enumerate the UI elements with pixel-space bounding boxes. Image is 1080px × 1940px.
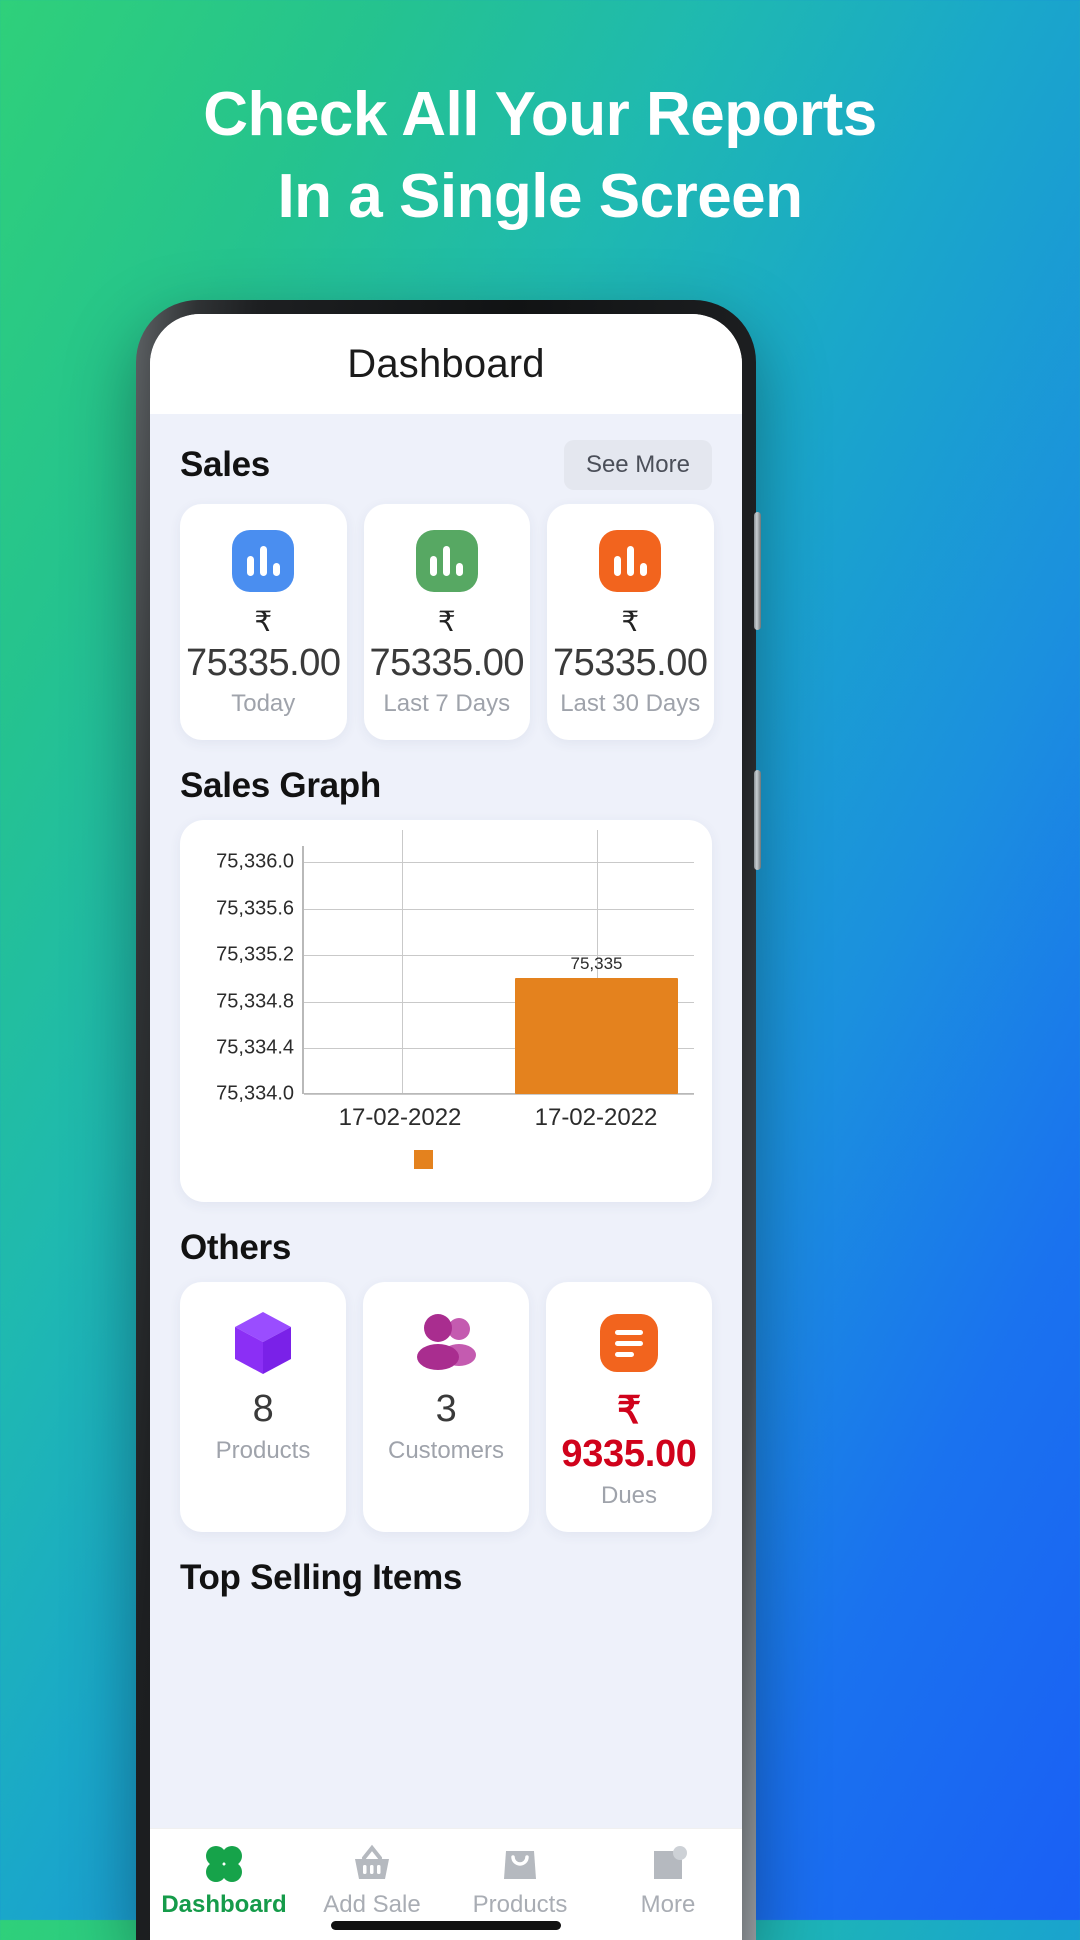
bar-chart-icon <box>599 530 662 592</box>
nav-item-more[interactable]: More <box>594 1839 742 1919</box>
chart-x-tick: 17-02-2022 <box>338 1104 462 1132</box>
see-more-button[interactable]: See More <box>563 440 712 490</box>
sales-card-last-7-days[interactable]: ₹ 75335.00 Last 7 Days <box>363 504 530 741</box>
chart-y-tick: 75,335.6 <box>216 897 294 920</box>
others-section-title: Others <box>180 1228 292 1268</box>
bottom-navigation: Dashboard Add Sale Products More <box>150 1828 742 1940</box>
chart-y-tick: 75,335.2 <box>216 943 294 966</box>
others-card-products[interactable]: 8 Products <box>180 1282 346 1533</box>
cube-icon <box>186 1308 340 1378</box>
sales-graph-section-title: Sales Graph <box>180 766 381 806</box>
nav-label-products: Products <box>472 1891 568 1918</box>
top-selling-section-title: Top Selling Items <box>180 1558 463 1598</box>
chart-bar-value-label: 75,335 <box>570 954 623 974</box>
sales-amount: 75335.00 <box>553 642 708 684</box>
sales-card-row: ₹ 75335.00 Today ₹ 75335.00 Last 7 Days … <box>150 504 742 741</box>
clover-icon <box>150 1839 298 1889</box>
others-card-row: 8 Products 3 Customers ₹ 9335.00 Dues <box>150 1282 742 1533</box>
chart-gridline-vertical <box>401 830 403 1094</box>
chart-x-axis: 17-02-2022 17-02-2022 <box>198 1104 694 1138</box>
customers-label: Customers <box>387 1437 505 1465</box>
sales-amount: 75335.00 <box>186 642 341 684</box>
people-icon <box>369 1308 523 1378</box>
phone-screen: Dashboard Sales See More ₹ 75335.00 Toda… <box>150 314 742 1940</box>
nav-item-products[interactable]: Products <box>446 1839 594 1919</box>
chart-legend <box>198 1138 694 1186</box>
phone-mockup: Dashboard Sales See More ₹ 75335.00 Toda… <box>136 300 761 1940</box>
chart-gridline <box>304 1094 694 1096</box>
products-count: 8 <box>252 1388 274 1431</box>
home-indicator <box>331 1921 561 1930</box>
legend-color-swatch <box>414 1150 433 1170</box>
promo-headline: Check All Your Reports In a Single Scree… <box>0 74 1080 238</box>
chart-plot-area: 75,335 <box>302 830 694 1096</box>
basket-icon <box>298 1839 446 1889</box>
chart-y-axis: 75,336.0 75,335.6 75,335.2 75,334.8 75,334.4… <box>198 846 302 1105</box>
sales-section-header: Sales See More <box>150 414 742 504</box>
nav-label-add-sale: Add Sale <box>323 1891 421 1918</box>
chart-y-tick: 75,336.0 <box>216 850 294 873</box>
power-button[interactable] <box>754 770 761 870</box>
currency-symbol: ₹ <box>621 606 640 637</box>
sales-period-label: Today <box>231 690 296 718</box>
promo-headline-line2: In a Single Screen <box>277 161 803 231</box>
chart-y-tick: 75,334.4 <box>216 1036 294 1059</box>
products-label: Products <box>215 1437 311 1465</box>
sales-section-title: Sales <box>180 445 270 484</box>
chart-y-tick: 75,334.0 <box>216 1082 294 1105</box>
others-card-customers[interactable]: 3 Customers <box>363 1282 529 1533</box>
others-card-dues[interactable]: ₹ 9335.00 Dues <box>546 1282 712 1533</box>
more-icon <box>594 1839 742 1889</box>
sales-graph-section-header: Sales Graph <box>150 740 742 820</box>
volume-button[interactable] <box>754 512 761 630</box>
sales-card-today[interactable]: ₹ 75335.00 Today <box>180 504 347 741</box>
sales-period-label: Last 7 Days <box>383 690 511 718</box>
sales-graph-card: 75,336.0 75,335.6 75,335.2 75,334.8 75,334.4… <box>180 820 712 1203</box>
sales-bar-chart: 75,336.0 75,335.6 75,335.2 75,334.8 75,334.4… <box>198 830 694 1105</box>
chart-y-tick: 75,334.8 <box>216 990 294 1013</box>
promo-headline-line1: Check All Your Reports <box>203 80 877 149</box>
bar-chart-icon <box>232 530 295 592</box>
nav-item-dashboard[interactable]: Dashboard <box>150 1839 298 1919</box>
chart-gridline <box>304 862 694 864</box>
chart-x-tick: 17-02-2022 <box>534 1104 658 1132</box>
chart-gridline <box>304 908 694 910</box>
app-bar: Dashboard <box>150 314 742 414</box>
sales-card-last-30-days[interactable]: ₹ 75335.00 Last 30 Days <box>547 504 714 741</box>
customers-count: 3 <box>435 1388 457 1431</box>
bar-chart-icon <box>415 530 478 592</box>
page-title: Dashboard <box>347 341 545 386</box>
chart-bar[interactable] <box>514 978 679 1095</box>
others-section-header: Others <box>150 1202 742 1282</box>
nav-item-add-sale[interactable]: Add Sale <box>298 1839 446 1919</box>
bag-icon <box>446 1839 594 1889</box>
nav-label-more: More <box>640 1891 696 1918</box>
currency-symbol: ₹ <box>254 606 273 637</box>
chart-gridline <box>304 955 694 957</box>
nav-label-dashboard: Dashboard <box>161 1891 287 1918</box>
sales-amount: 75335.00 <box>369 642 525 684</box>
invoice-icon <box>552 1308 706 1378</box>
dues-amount: ₹ 9335.00 <box>561 1390 697 1476</box>
earpiece-speaker <box>341 319 551 324</box>
top-selling-section-header: Top Selling Items <box>150 1532 742 1612</box>
dashboard-scroll-area[interactable]: Sales See More ₹ 75335.00 Today ₹ 75335.… <box>150 414 742 1828</box>
dues-label: Dues <box>600 1482 658 1510</box>
currency-symbol: ₹ <box>437 606 456 637</box>
sales-period-label: Last 30 Days <box>560 690 701 718</box>
